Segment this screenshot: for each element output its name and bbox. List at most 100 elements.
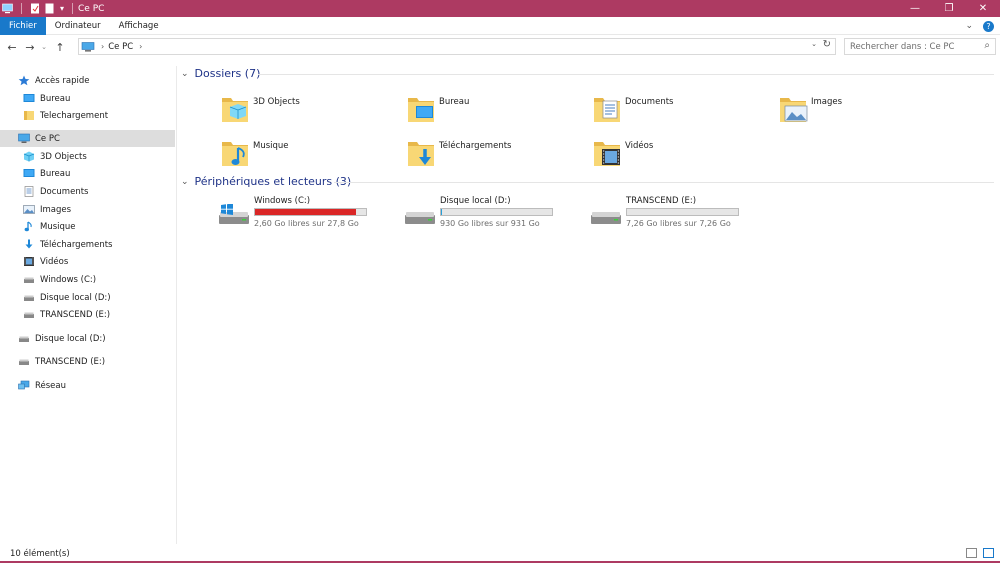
- large-icons-view-icon[interactable]: [983, 548, 994, 558]
- nav-item-documents[interactable]: Documents: [0, 183, 175, 200]
- title-bar: ▾ Ce PC — ❐ ✕: [0, 0, 1000, 17]
- windows-drive-icon: [218, 203, 250, 226]
- nav-item-acces-rapide[interactable]: Accès rapide: [0, 72, 175, 89]
- drives-group-header[interactable]: ⌄ Périphériques et lecteurs (3): [181, 175, 351, 188]
- desktop-icon: [23, 93, 35, 104]
- group-divider: [258, 74, 994, 75]
- folder-label: Documents: [625, 97, 674, 107]
- properties-icon[interactable]: [30, 3, 41, 14]
- computer-icon: [81, 41, 95, 52]
- navigation-pane: Accès rapide Bureau Telechargement Ce PC…: [0, 66, 177, 544]
- nav-item-transcend-e-root[interactable]: TRANSCEND (E:): [0, 353, 175, 370]
- window-controls: — ❐ ✕: [898, 0, 1000, 17]
- minimize-button[interactable]: —: [898, 0, 932, 17]
- images-icon: [23, 204, 35, 215]
- videos-icon: [23, 256, 35, 267]
- drive-windows-c[interactable]: Windows (C:) 2,60 Go libres sur 27,8 Go: [218, 196, 398, 232]
- quick-access-toolbar: ▾: [0, 3, 78, 14]
- details-view-icon[interactable]: [966, 548, 977, 558]
- drive-free-space: 2,60 Go libres sur 27,8 Go: [254, 219, 359, 228]
- nav-item-images[interactable]: Images: [0, 201, 175, 218]
- address-row: ← → ⌄ ↑ › Ce PC › ⌄ ↻ Rechercher dans : …: [0, 36, 1000, 58]
- expand-ribbon-icon[interactable]: ⌄: [965, 21, 973, 31]
- folder-bureau[interactable]: Bureau: [406, 86, 469, 132]
- desktop-icon: [23, 168, 35, 179]
- folder-3d-objects[interactable]: 3D Objects: [220, 86, 300, 132]
- computer-icon[interactable]: [2, 3, 13, 14]
- nav-item-3d-objects[interactable]: 3D Objects: [0, 148, 175, 165]
- 3d-objects-icon: [23, 151, 35, 162]
- up-icon[interactable]: ↑: [54, 41, 66, 54]
- folders-group-header[interactable]: ⌄ Dossiers (7): [181, 67, 260, 80]
- folder-label: Bureau: [439, 97, 470, 107]
- images-folder-icon: [778, 94, 808, 124]
- maximize-button[interactable]: ❐: [932, 0, 966, 17]
- folder-label: Téléchargements: [439, 141, 512, 151]
- drive-name: Windows (C:): [254, 196, 311, 206]
- documents-folder-icon: [592, 94, 622, 124]
- nav-item-disque-local-d-root[interactable]: Disque local (D:): [0, 330, 175, 347]
- computer-icon: [18, 133, 30, 144]
- nav-item-bureau[interactable]: Bureau: [0, 90, 175, 107]
- nav-item-musique[interactable]: Musique: [0, 218, 175, 235]
- tab-ordinateur[interactable]: Ordinateur: [46, 17, 110, 35]
- folder-label: 3D Objects: [253, 97, 300, 107]
- refresh-icon[interactable]: ↻: [823, 39, 831, 50]
- documents-icon: [23, 186, 35, 197]
- nav-item-disque-local-d[interactable]: Disque local (D:): [0, 289, 175, 306]
- drive-usage-bar: [626, 208, 739, 216]
- music-folder-icon: [220, 138, 250, 168]
- nav-item-ce-pc[interactable]: Ce PC: [0, 130, 175, 147]
- folder-telechargements[interactable]: Téléchargements: [406, 130, 511, 176]
- view-switcher: [966, 548, 994, 558]
- close-button[interactable]: ✕: [966, 0, 1000, 17]
- hard-drive-icon: [404, 204, 436, 226]
- downloads-icon: [23, 239, 35, 250]
- hard-drive-icon: [590, 204, 622, 226]
- search-input[interactable]: Rechercher dans : Ce PC ⌕: [844, 38, 996, 55]
- nav-item-bureau-2[interactable]: Bureau: [0, 165, 175, 182]
- collapse-chevron-icon[interactable]: ⌄: [181, 69, 189, 79]
- breadcrumb-item[interactable]: Ce PC: [108, 42, 133, 52]
- address-dropdown-icon[interactable]: ⌄: [811, 40, 817, 48]
- nav-item-videos[interactable]: Vidéos: [0, 253, 175, 270]
- toolbar-separator: [21, 3, 22, 14]
- drive-icon: [18, 356, 30, 367]
- breadcrumb-separator[interactable]: ›: [139, 42, 142, 51]
- back-icon[interactable]: ←: [6, 41, 18, 54]
- nav-item-transcend-e[interactable]: TRANSCEND (E:): [0, 306, 175, 323]
- customize-toolbar-icon[interactable]: ▾: [60, 4, 64, 13]
- drive-free-space: 7,26 Go libres sur 7,26 Go: [626, 219, 731, 228]
- item-count: 10 élément(s): [10, 548, 70, 559]
- window-title: Ce PC: [78, 3, 105, 14]
- nav-item-windows-c[interactable]: Windows (C:): [0, 271, 175, 288]
- folder-label: Vidéos: [625, 141, 654, 151]
- drive-name: TRANSCEND (E:): [626, 196, 697, 206]
- drive-usage-fill: [255, 209, 356, 215]
- tab-fichier[interactable]: Fichier: [0, 16, 46, 35]
- folder-images[interactable]: Images: [778, 86, 842, 132]
- music-icon: [23, 221, 35, 232]
- nav-item-telechargements[interactable]: Téléchargements: [0, 236, 175, 253]
- folder-videos[interactable]: Vidéos: [592, 130, 653, 176]
- help-icon[interactable]: ?: [983, 20, 994, 32]
- recent-locations-icon[interactable]: ⌄: [40, 43, 48, 51]
- ribbon-tabs: Fichier Ordinateur Affichage ⌄ ?: [0, 16, 1000, 35]
- drive-transcend-e[interactable]: TRANSCEND (E:) 7,26 Go libres sur 7,26 G…: [590, 196, 770, 232]
- toolbar-separator: [72, 3, 74, 14]
- drive-name: Disque local (D:): [440, 196, 511, 206]
- 3d-objects-folder-icon: [220, 94, 250, 124]
- tab-affichage[interactable]: Affichage: [110, 17, 168, 35]
- address-bar[interactable]: › Ce PC › ⌄ ↻: [78, 38, 836, 55]
- drive-usage-bar: [254, 208, 367, 216]
- folder-musique[interactable]: Musique: [220, 130, 289, 176]
- folder-documents[interactable]: Documents: [592, 86, 673, 132]
- forward-icon[interactable]: →: [24, 41, 36, 54]
- search-placeholder: Rechercher dans : Ce PC: [850, 41, 955, 52]
- drive-free-space: 930 Go libres sur 931 Go: [440, 219, 540, 228]
- nav-item-reseau[interactable]: Réseau: [0, 377, 175, 394]
- collapse-chevron-icon[interactable]: ⌄: [181, 177, 189, 187]
- new-folder-icon[interactable]: [44, 3, 55, 14]
- drive-disque-local-d[interactable]: Disque local (D:) 930 Go libres sur 931 …: [404, 196, 584, 232]
- nav-item-telechargement[interactable]: Telechargement: [0, 107, 175, 124]
